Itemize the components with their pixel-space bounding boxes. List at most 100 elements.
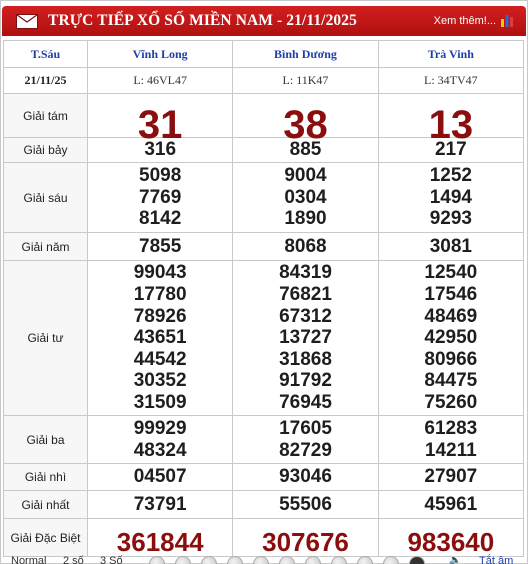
prize-number: 30352 — [133, 370, 187, 392]
prize-cell: 8068 — [232, 232, 379, 261]
prize-label: Giải Đặc Biệt — [3, 518, 88, 557]
speaker-icon[interactable]: 🔈 — [449, 555, 461, 564]
prize-number: 67312 — [279, 305, 332, 327]
results-header: TRỰC TIẾP XỔ SỐ MIỀN NAM - 21/11/2025 Xe… — [2, 6, 526, 36]
prize-cell: 27907 — [377, 463, 525, 491]
ball-icon — [201, 556, 217, 564]
prize-number: 217 — [434, 139, 467, 161]
prize-number: 0304 — [284, 186, 327, 208]
prize-cell: 361844 — [86, 518, 234, 557]
prize-number: 43651 — [133, 327, 187, 349]
prize-number: 78926 — [133, 305, 187, 327]
prize-number: 84319 — [279, 262, 332, 284]
province-row: T.Sáu Vĩnh Long Bình Dương Trà Vinh — [3, 40, 525, 68]
prize-number: 93046 — [279, 466, 332, 488]
mail-icon — [16, 13, 38, 29]
prize-number: 61283 — [424, 417, 478, 439]
prize-number: 76945 — [279, 391, 332, 413]
ticket-code-row: 21/11/25 L: 46VL47 L: 11K47 L: 34TV47 — [3, 67, 525, 94]
prize-number: 73791 — [133, 493, 187, 515]
prize-number: 17546 — [424, 284, 478, 306]
prize-row: Giải tám 31 38 13 — [3, 93, 525, 147]
prize-number: 1890 — [284, 208, 327, 230]
prize-cell: 1252 1494 9293 — [377, 162, 525, 233]
province-binh-duong[interactable]: Bình Dương — [232, 40, 379, 68]
ball-icon — [383, 556, 399, 564]
prize-number: 9004 — [284, 165, 327, 187]
day-cell: T.Sáu — [3, 40, 88, 68]
prize-row: Giải nhất 73791 55506 45961 — [3, 490, 525, 519]
ball-icon — [331, 556, 347, 564]
prize-cell: 307676 — [232, 518, 379, 557]
date-cell: 21/11/25 — [3, 67, 88, 94]
prize-number: 17780 — [133, 284, 187, 306]
prize-cell: 45961 — [377, 490, 525, 519]
prize-row: Giải sáu 5098 7769 8142 9004 0304 1890 1252 1494… — [3, 162, 525, 233]
prize-row: Giải năm 7855 8068 3081 — [3, 232, 525, 261]
prize-number: 361844 — [116, 526, 204, 557]
prize-number: 5098 — [139, 165, 182, 187]
prize-cell: 12540 17546 48469 42950 80966 84475 75260 — [377, 260, 525, 416]
prize-number: 983640 — [407, 526, 495, 557]
normal-mode-button[interactable]: Normal — [11, 555, 46, 564]
prize-number: 80966 — [424, 348, 478, 370]
prize-label: Giải bảy — [3, 137, 88, 163]
prize-cell: 17605 82729 — [232, 415, 379, 464]
prize-number: 44542 — [133, 348, 187, 370]
prize-number: 31509 — [133, 391, 187, 413]
prize-number: 13 — [428, 102, 474, 147]
prize-label: Giải nhì — [3, 463, 88, 491]
prize-cell: 31 — [86, 93, 234, 147]
prize-number: 7855 — [139, 235, 182, 257]
prize-number: 8068 — [284, 235, 327, 257]
prize-number: 885 — [289, 139, 322, 161]
prize-number: 8142 — [139, 208, 182, 230]
ticket-code: L: 11K47 — [232, 67, 379, 94]
ticket-code: L: 46VL47 — [86, 67, 234, 94]
ball-icon — [253, 556, 269, 564]
prize-number: 13727 — [279, 327, 332, 349]
ball-icon — [227, 556, 243, 564]
prize-number: 31868 — [279, 348, 332, 370]
prize-cell: 55506 — [232, 490, 379, 519]
prize-number: 48324 — [133, 439, 187, 461]
prize-label: Giải tám — [3, 93, 88, 138]
mute-button[interactable]: Tắt âm — [479, 555, 513, 564]
prize-number: 82729 — [279, 439, 332, 461]
prize-number: 38 — [283, 102, 328, 147]
prize-label: Giải nhất — [3, 490, 88, 519]
prize-number: 99043 — [133, 262, 187, 284]
prize-cell: 73791 — [86, 490, 234, 519]
three-digit-button[interactable]: 3 Số — [100, 555, 123, 564]
prize-number: 76821 — [279, 284, 332, 306]
prize-label: Giải sáu — [3, 162, 88, 233]
prize-cell: 885 — [232, 137, 379, 163]
prize-label: Giải ba — [3, 415, 88, 464]
prize-row: Giải Đặc Biệt 361844 307676 983640 — [3, 518, 525, 557]
prize-row: Giải tư 99043 17780 78926 43651 44542 30352 315… — [3, 260, 525, 416]
see-more-link[interactable]: Xem thêm!... — [434, 15, 496, 27]
prize-cell: 93046 — [232, 463, 379, 491]
prize-number: 31 — [137, 102, 183, 147]
prize-cell: 217 — [377, 137, 525, 163]
ball-icon — [279, 556, 295, 564]
prize-cell: 61283 14211 — [377, 415, 525, 464]
ball-icon — [175, 556, 191, 564]
prize-number: 45961 — [424, 493, 478, 515]
prize-number: 27907 — [424, 466, 478, 488]
prize-number: 17605 — [279, 417, 332, 439]
prize-cell: 7855 — [86, 232, 234, 261]
prize-row: Giải ba 99929 48324 17605 82729 61283 14211 — [3, 415, 525, 464]
prize-number: 307676 — [262, 526, 349, 557]
two-digit-button[interactable]: 2 số — [63, 555, 84, 564]
province-tra-vinh[interactable]: Trà Vinh — [377, 40, 525, 68]
prize-number: 84475 — [424, 370, 478, 392]
prize-number: 42950 — [424, 327, 478, 349]
prize-cell: 5098 7769 8142 — [86, 162, 234, 233]
ball-icon — [149, 556, 165, 564]
prize-number: 55506 — [279, 493, 332, 515]
province-vinh-long[interactable]: Vĩnh Long — [86, 40, 234, 68]
prize-cell: 84319 76821 67312 13727 31868 91792 76945 — [232, 260, 379, 416]
chart-bars-icon[interactable] — [500, 13, 514, 27]
ball-icon — [409, 556, 425, 564]
